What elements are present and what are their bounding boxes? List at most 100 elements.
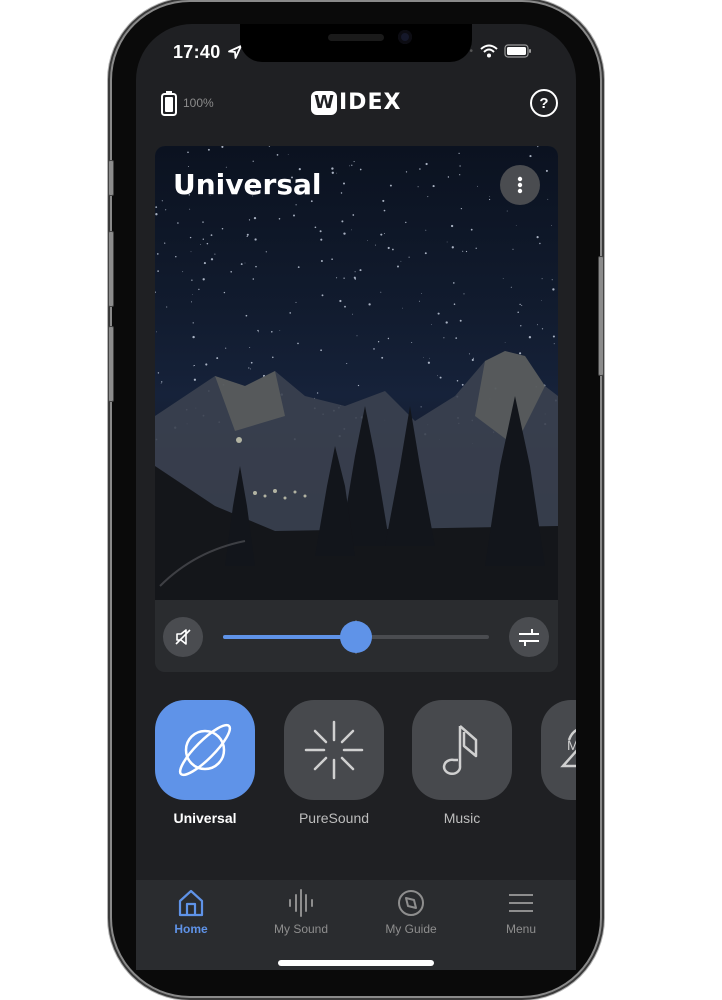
program-music[interactable]: Music (412, 700, 512, 826)
star (190, 301, 193, 303)
star (268, 146, 271, 147)
star (157, 372, 160, 374)
volume-down-button (108, 326, 114, 402)
star (289, 312, 292, 314)
star (295, 204, 297, 206)
program-label: PureSound (298, 810, 370, 826)
star (349, 165, 351, 167)
star (397, 265, 399, 268)
star (356, 335, 358, 337)
star (336, 172, 337, 174)
star (192, 335, 195, 339)
sound-adjust-button[interactable] (509, 617, 549, 657)
star (375, 244, 376, 246)
star (336, 277, 338, 279)
star (254, 238, 257, 241)
program-puresound[interactable]: PureSound (284, 700, 384, 826)
star (354, 278, 357, 280)
star (439, 376, 442, 379)
star (417, 186, 419, 188)
device-battery-icon (161, 91, 177, 116)
star (157, 270, 159, 272)
star (383, 209, 386, 212)
star (250, 361, 253, 364)
star (249, 347, 251, 349)
star (221, 146, 224, 148)
star (453, 282, 455, 284)
star (346, 362, 348, 365)
star (456, 379, 459, 382)
star (246, 233, 249, 236)
star (320, 349, 322, 352)
star (221, 227, 224, 230)
star (431, 324, 433, 325)
star (427, 196, 429, 198)
program-universal[interactable]: Universal (155, 700, 255, 826)
star (343, 277, 345, 279)
star (341, 220, 344, 223)
star (515, 224, 517, 226)
tab-my-guide[interactable]: My Guide (356, 888, 466, 936)
star (198, 288, 200, 291)
help-button[interactable]: ? (530, 89, 558, 117)
star (225, 347, 227, 349)
star (541, 328, 544, 330)
tab-label: My Sound (273, 922, 329, 936)
star (189, 208, 191, 210)
star (253, 216, 257, 220)
star (536, 324, 538, 326)
star (460, 207, 463, 210)
star (255, 265, 257, 268)
wifi-icon (480, 44, 498, 58)
star (245, 314, 248, 317)
star (160, 383, 162, 384)
star (420, 406, 422, 408)
star (557, 149, 558, 151)
star (427, 361, 431, 364)
star (321, 294, 324, 297)
widex-logo: W IDEX (311, 90, 401, 115)
tab-menu[interactable]: Menu (466, 888, 576, 936)
star (354, 271, 356, 273)
tab-my-sound[interactable]: My Sound (246, 888, 356, 936)
program-tile (284, 700, 384, 800)
star (380, 291, 382, 293)
logo-text: IDEX (339, 90, 402, 115)
star (166, 306, 168, 308)
star (437, 312, 440, 315)
star (155, 291, 156, 293)
program-tile: M (541, 700, 576, 800)
star (271, 331, 273, 333)
home-icon (178, 889, 204, 917)
star (155, 206, 158, 208)
star (455, 337, 458, 339)
star (257, 329, 259, 332)
star (216, 357, 219, 360)
power-button (598, 256, 604, 376)
home-indicator[interactable] (278, 960, 434, 966)
star (380, 233, 383, 236)
volume-slider-thumb[interactable] (340, 621, 372, 653)
star (384, 233, 385, 235)
tab-label: Home (174, 922, 208, 936)
star (545, 169, 548, 172)
star (502, 278, 504, 279)
star (437, 375, 438, 377)
program-more-button[interactable] (500, 165, 540, 205)
star (165, 209, 167, 211)
star (190, 251, 192, 253)
star (206, 242, 209, 245)
star (351, 229, 352, 231)
star (453, 303, 456, 305)
mute-button[interactable] (163, 617, 203, 657)
star (177, 222, 179, 224)
star (214, 253, 216, 255)
star (489, 196, 491, 197)
star (529, 155, 532, 158)
bottom-tab-bar: Home My Sound My Guide Menu (136, 880, 576, 970)
program-hero-image (155, 146, 558, 600)
star (459, 174, 461, 176)
program-partial[interactable]: M (541, 700, 576, 800)
tab-home[interactable]: Home (136, 888, 246, 936)
star (450, 224, 454, 228)
